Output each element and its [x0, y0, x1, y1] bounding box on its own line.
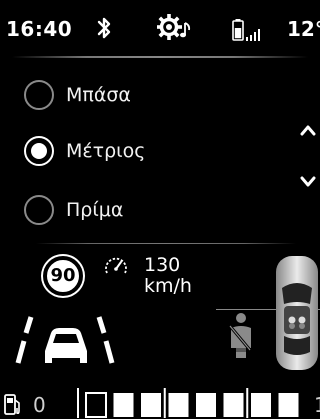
fuel-level-bar [77, 388, 299, 418]
car-top-view-icon [276, 256, 318, 370]
lane-assist-icon [15, 316, 115, 364]
fuel-segment-filled [223, 393, 244, 417]
status-divider [12, 56, 308, 58]
fuel-full-label: 1 [314, 393, 320, 417]
radio-button-selected[interactable] [24, 136, 54, 166]
fuel-empty-label: 0 [33, 393, 46, 417]
fuel-segment-filled [251, 393, 271, 417]
speed-limit-value: 90 [50, 265, 76, 286]
option-label: Πρίμα [66, 199, 124, 221]
music-note-icon [180, 22, 191, 38]
chevron-down-icon[interactable] [298, 171, 318, 191]
bluetooth-icon [97, 17, 111, 39]
seatbelt-warning-icon [228, 313, 252, 358]
option-bass[interactable]: Μπάσα [0, 70, 290, 120]
set-speed-unit: km/h [144, 275, 192, 297]
section-divider [36, 243, 296, 244]
status-bar: 16:40 12° [0, 0, 320, 56]
radio-button[interactable] [24, 80, 54, 110]
fuel-pump-icon [4, 394, 20, 415]
option-treble[interactable]: Πρίμα [0, 185, 290, 235]
fuel-segment-filled [168, 393, 189, 417]
option-medium[interactable]: Μέτριος [0, 126, 290, 176]
fuel-segment-filled [196, 393, 216, 417]
option-label: Μπάσα [66, 84, 131, 106]
fuel-segment-empty [85, 392, 107, 418]
fuel-segment-filled [278, 393, 299, 417]
signal-strength-icon [246, 29, 260, 41]
phone-battery-icon [232, 19, 244, 41]
fuel-segment-filled [141, 393, 161, 417]
speedometer-icon [105, 257, 127, 274]
clock: 16:40 [6, 17, 73, 41]
radio-button[interactable] [24, 195, 54, 225]
fuel-segment-filled [113, 393, 134, 417]
speed-limit-sign: 90 [43, 256, 83, 296]
option-label: Μέτριος [66, 140, 146, 162]
outside-temperature: 12° [287, 17, 320, 41]
chevron-up-icon[interactable] [298, 120, 318, 140]
settings-gear-icon [157, 14, 191, 40]
set-speed-value: 130 [144, 254, 181, 276]
